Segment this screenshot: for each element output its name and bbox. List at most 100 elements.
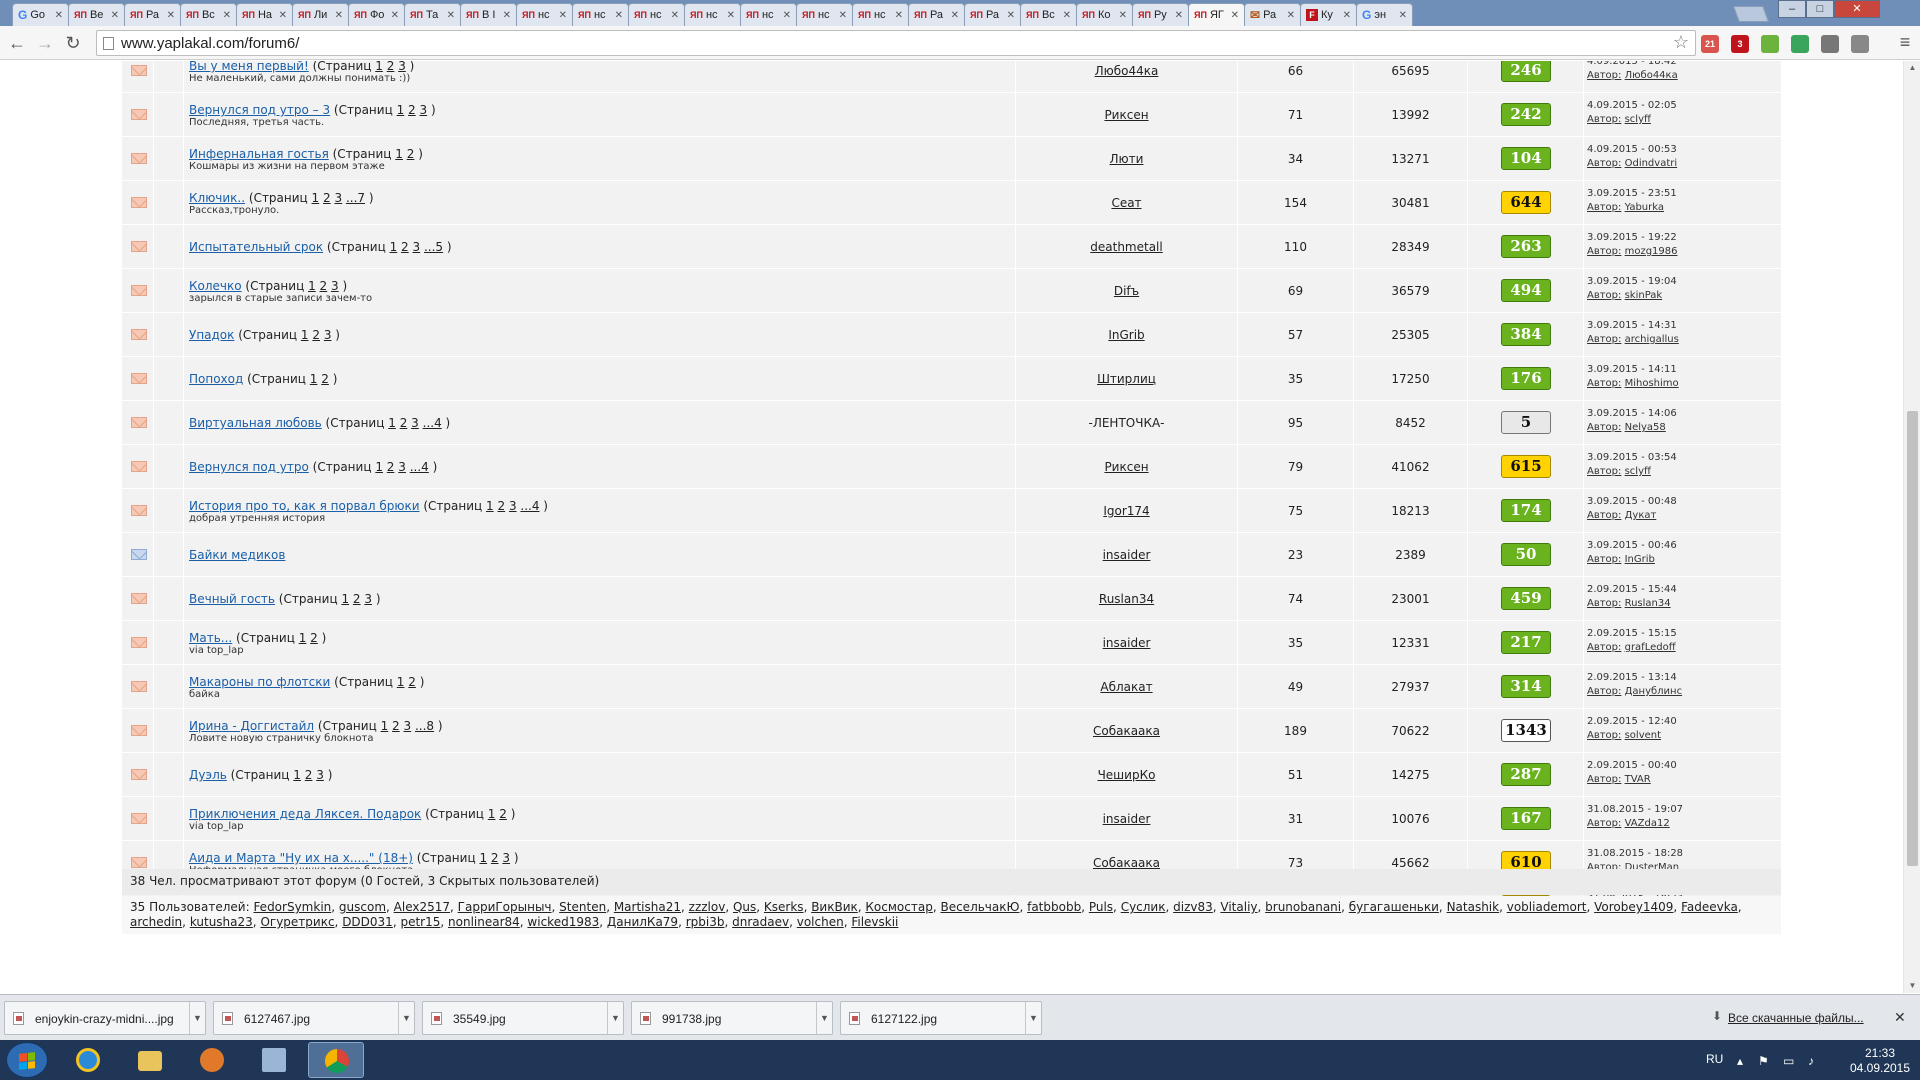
page-link[interactable]: 2 [323,191,331,205]
browser-tab[interactable]: ЯП нс ✕ [740,3,797,26]
user-link[interactable]: бугагашеньки [1349,900,1439,914]
last-post-user-link[interactable]: Данублинс [1625,686,1683,697]
page-link[interactable]: 1 [388,416,396,430]
last-post-user-link[interactable]: solvent [1625,730,1661,741]
page-link[interactable]: 3 [334,191,342,205]
topic-title-link[interactable]: Приключения деда Ляксея. Подарок [189,807,421,821]
close-tab-icon[interactable]: ✕ [615,10,623,21]
close-tab-icon[interactable]: ✕ [1399,10,1407,21]
topic-author-link[interactable]: deathmetall [1016,240,1237,254]
user-link[interactable]: ВикВик [811,900,858,914]
page-link[interactable]: ...7 [346,191,365,205]
last-post-user-link[interactable]: grafLedoff [1625,642,1676,653]
browser-tab[interactable]: ЯП нс ✕ [572,3,629,26]
topic-title-link[interactable]: Мать... [189,631,232,645]
topic-title-link[interactable]: Виртуальная любовь [189,416,322,430]
page-link[interactable]: 3 [364,592,372,606]
page-scrollbar[interactable]: ▲ ▼ [1903,61,1920,993]
close-tab-icon[interactable]: ✕ [727,10,735,21]
user-link[interactable]: ДанилКа79 [607,915,678,929]
reload-icon[interactable]: ↻ [62,32,84,54]
page-link[interactable]: 2 [408,103,416,117]
last-post-user-link[interactable]: InGrib [1625,554,1655,565]
topic-title-link[interactable]: Ирина - Доггистайл [189,719,314,733]
page-link[interactable]: 1 [310,372,318,386]
page-link[interactable]: 3 [316,768,324,782]
topic-author-link[interactable]: Риксен [1016,108,1237,122]
browser-tab[interactable]: ЯП нс ✕ [628,3,685,26]
user-link[interactable]: Alex2517 [394,900,450,914]
topic-title-link[interactable]: Аида и Марта "Ну их на х....." (18+) [189,851,413,865]
close-tab-icon[interactable]: ✕ [111,10,119,21]
last-post-user-link[interactable]: sclyff [1625,114,1651,125]
page-link[interactable]: 1 [381,719,389,733]
last-post-user-link[interactable]: Mihoshimo [1625,378,1679,389]
page-link[interactable]: ...5 [424,240,443,254]
browser-tab[interactable]: ЯП Та ✕ [404,3,461,26]
page-link[interactable]: 1 [375,61,383,73]
browser-tab[interactable]: ЯП Вс ✕ [180,3,237,26]
new-tab-button[interactable] [1733,6,1769,22]
user-link[interactable]: Космостар [865,900,932,914]
browser-tab[interactable]: ЯП Ра ✕ [964,3,1021,26]
taskbar-internet-explorer[interactable] [60,1042,116,1078]
green-circle-ext-icon[interactable] [1791,35,1809,53]
download-ext-icon[interactable] [1761,35,1779,53]
download-menu-chevron-icon[interactable]: ▼ [1025,1002,1041,1034]
user-link[interactable]: fatbbobb [1027,900,1081,914]
page-link[interactable]: 3 [398,460,406,474]
user-link[interactable]: Fadeevka [1681,900,1738,914]
user-link[interactable]: wicked1983 [527,915,599,929]
close-tab-icon[interactable]: ✕ [671,10,679,21]
topic-title-link[interactable]: Ключик.. [189,191,245,205]
page-link[interactable]: 2 [312,328,320,342]
topic-author-link[interactable]: Аблакат [1016,680,1237,694]
scroll-down-arrow-icon[interactable]: ▼ [1904,979,1920,993]
topic-title-link[interactable]: Вы у меня первый! [189,61,309,73]
download-item[interactable]: 6127122.jpg ▼ [840,1001,1042,1035]
topic-author-link[interactable]: Штирлиц [1016,372,1237,386]
browser-tab[interactable]: ЯП ЯГ ✕ [1188,3,1245,26]
topic-title-link[interactable]: Испытательный срок [189,240,323,254]
bookmark-star-icon[interactable]: ☆ [1673,32,1689,53]
last-post-user-link[interactable]: Odindvatri [1625,158,1678,169]
user-link[interactable]: Puls [1089,900,1113,914]
page-link[interactable]: 2 [491,851,499,865]
browser-tab[interactable]: F Ку ✕ [1300,3,1357,26]
last-post-user-link[interactable]: archigallus [1625,334,1679,345]
user-link[interactable]: Vitaliy [1220,900,1257,914]
page-link[interactable]: 3 [411,416,419,430]
page-link[interactable]: 3 [509,499,517,513]
back-arrow-icon[interactable]: ← [6,32,28,54]
page-link[interactable]: 2 [305,768,313,782]
close-tab-icon[interactable]: ✕ [335,10,343,21]
page-link[interactable]: ...8 [415,719,434,733]
browser-tab[interactable]: ЯП Ко ✕ [1076,3,1133,26]
topic-title-link[interactable]: Дуэль [189,768,227,782]
start-button[interactable] [6,1042,48,1078]
topic-author-link[interactable]: ЧеширКо [1016,768,1237,782]
user-link[interactable]: nonlinear84 [448,915,520,929]
close-tab-icon[interactable]: ✕ [559,10,567,21]
page-link[interactable]: 2 [310,631,318,645]
user-link[interactable]: dizv83 [1173,900,1213,914]
url-input[interactable] [121,34,1641,52]
topic-author-link[interactable]: InGrib [1016,328,1237,342]
page-link[interactable]: 2 [407,147,415,161]
topic-title-link[interactable]: Байки медиков [189,548,285,562]
volume-icon[interactable]: ♪ [1808,1054,1814,1068]
user-link[interactable]: brunobanani [1265,900,1341,914]
user-ext-icon[interactable] [1851,35,1869,53]
user-link[interactable]: Martisha21 [614,900,681,914]
topic-author-link[interactable]: Собакаака [1016,724,1237,738]
page-link[interactable]: 1 [488,807,496,821]
close-tab-icon[interactable]: ✕ [279,10,287,21]
browser-tab[interactable]: ЯП Ру ✕ [1132,3,1189,26]
close-tab-icon[interactable]: ✕ [503,10,511,21]
user-link[interactable]: volchen [797,915,844,929]
page-link[interactable]: 1 [299,631,307,645]
user-link[interactable]: Суслик [1121,900,1166,914]
browser-tab[interactable]: ✉ Ра ✕ [1244,3,1301,26]
user-link[interactable]: ГарриГорыныч [458,900,552,914]
language-indicator[interactable]: RU [1706,1052,1723,1066]
